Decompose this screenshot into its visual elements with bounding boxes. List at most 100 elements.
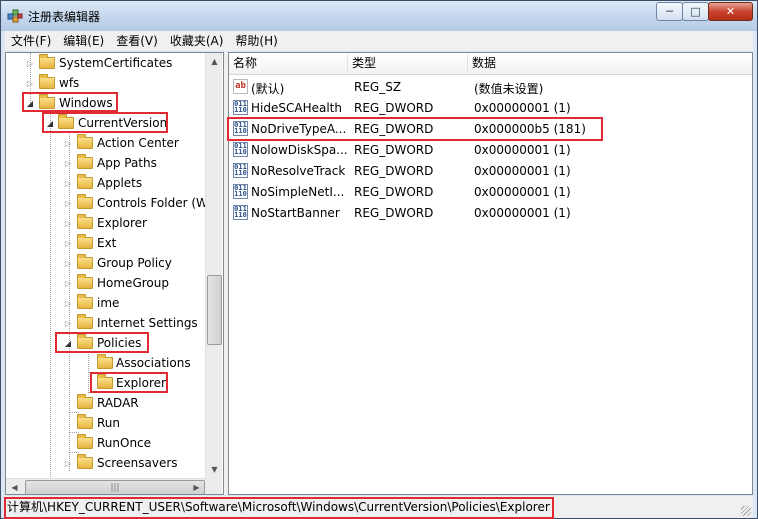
tree-item-label: ime <box>97 296 120 310</box>
resize-grip-icon[interactable] <box>741 506 751 516</box>
tree-item-runonce[interactable]: RunOnce <box>6 433 205 453</box>
expand-icon[interactable]: ▷ <box>63 293 73 313</box>
folder-icon <box>77 394 93 409</box>
value-row[interactable]: 011 110 NolowDiskSpa... REG_DWORD 0x0000… <box>229 140 752 161</box>
tree-item-label: Action Center <box>97 136 179 150</box>
registry-editor-app-icon <box>7 9 23 23</box>
tree-item-screensavers[interactable]: ▷ Screensavers <box>6 453 205 473</box>
tree-item-policies[interactable]: ◢ Policies <box>6 333 205 353</box>
menu-edit[interactable]: 编辑(E) <box>57 31 110 51</box>
expand-icon[interactable]: ▷ <box>63 273 73 293</box>
registry-key-tree[interactable]: ▷ SystemCertificates ▷ wfs ◢ Windows ◢ C… <box>5 52 224 495</box>
tree-item-run[interactable]: Run <box>6 413 205 433</box>
folder-icon <box>77 454 93 469</box>
value-data: 0x00000001 (1) <box>474 185 571 199</box>
scroll-up-icon[interactable]: ▲ <box>206 53 223 70</box>
menu-bar: 文件(F) 编辑(E) 查看(V) 收藏夹(A) 帮助(H) <box>5 31 753 51</box>
menu-favorites[interactable]: 收藏夹(A) <box>164 31 230 51</box>
value-row[interactable]: 011 110 NoDriveTypeA... REG_DWORD 0x0000… <box>229 119 752 140</box>
tree-item-windows[interactable]: ◢ Windows <box>6 93 205 113</box>
menu-view[interactable]: 查看(V) <box>110 31 164 51</box>
column-header-name[interactable]: 名称 <box>229 53 348 75</box>
value-type: REG_SZ <box>354 80 402 94</box>
value-row[interactable]: 011 110 NoSimpleNetI... REG_DWORD 0x0000… <box>229 182 752 203</box>
value-row[interactable]: 011 110 HideSCAHealth REG_DWORD 0x000000… <box>229 98 752 119</box>
expand-icon[interactable]: ▷ <box>63 133 73 153</box>
scroll-down-icon[interactable]: ▼ <box>206 461 223 478</box>
tree-item-controls-folder[interactable]: ▷ Controls Folder (W <box>6 193 208 213</box>
tree-item-action-center[interactable]: ▷ Action Center <box>6 133 205 153</box>
dword-value-icon: 011 110 <box>233 142 248 157</box>
tree-item-policies-explorer[interactable]: Explorer <box>6 373 205 393</box>
value-row[interactable]: ab (默认) REG_SZ (数值未设置) <box>229 77 752 98</box>
minimize-icon: ─ <box>666 5 673 18</box>
expand-icon[interactable]: ▷ <box>63 193 73 213</box>
collapse-icon[interactable]: ◢ <box>25 93 35 113</box>
minimize-button[interactable]: ─ <box>656 2 683 21</box>
tree-item-systemcertificates[interactable]: ▷ SystemCertificates <box>6 53 205 73</box>
maximize-button[interactable]: □ <box>682 2 709 21</box>
expand-icon[interactable]: ▷ <box>63 233 73 253</box>
scroll-right-icon[interactable]: ▶ <box>188 479 205 494</box>
tree-vertical-scrollbar[interactable]: ▲ ▼ <box>205 53 222 478</box>
maximize-icon: □ <box>690 5 701 18</box>
tree-item-ext[interactable]: ▷ Ext <box>6 233 205 253</box>
expand-icon[interactable]: ▷ <box>63 213 73 233</box>
column-header-data[interactable]: 数据 <box>468 53 752 75</box>
tree-item-radar[interactable]: RADAR <box>6 393 205 413</box>
value-type: REG_DWORD <box>354 122 434 136</box>
column-header-type[interactable]: 类型 <box>348 53 468 75</box>
tree-item-explorer[interactable]: ▷ Explorer <box>6 213 205 233</box>
tree-item-app-paths[interactable]: ▷ App Paths <box>6 153 205 173</box>
tree-item-label: RunOnce <box>97 436 152 450</box>
scroll-thumb[interactable]: ||| <box>25 480 205 494</box>
folder-icon <box>77 154 93 169</box>
folder-icon <box>77 294 93 309</box>
menu-help[interactable]: 帮助(H) <box>229 31 283 51</box>
close-button[interactable]: ✕ <box>708 2 753 21</box>
expand-icon[interactable]: ▷ <box>25 73 35 93</box>
expand-icon[interactable]: ▷ <box>63 313 73 333</box>
expand-icon[interactable]: ▷ <box>63 453 73 473</box>
value-type: REG_DWORD <box>354 185 434 199</box>
value-data: 0x00000001 (1) <box>474 206 571 220</box>
folder-icon <box>39 94 55 109</box>
value-name: NoDriveTypeA... <box>251 122 347 136</box>
value-row[interactable]: 011 110 NoResolveTrack REG_DWORD 0x00000… <box>229 161 752 182</box>
title-bar[interactable]: 注册表编辑器 ─ □ ✕ <box>1 1 757 31</box>
tree-item-currentversion[interactable]: ◢ CurrentVersion <box>6 113 205 133</box>
collapse-icon[interactable]: ◢ <box>63 333 73 353</box>
folder-icon <box>77 414 93 429</box>
expand-icon[interactable]: ▷ <box>63 253 73 273</box>
tree-item-wfs[interactable]: ▷ wfs <box>6 73 205 93</box>
expand-icon[interactable]: ▷ <box>63 153 73 173</box>
close-icon: ✕ <box>725 5 736 18</box>
value-name: NolowDiskSpa... <box>251 143 348 157</box>
folder-icon <box>77 174 93 189</box>
folder-icon <box>77 134 93 149</box>
expand-icon[interactable]: ▷ <box>63 173 73 193</box>
tree-item-homegroup[interactable]: ▷ HomeGroup <box>6 273 205 293</box>
scroll-thumb[interactable] <box>207 275 222 345</box>
folder-icon <box>58 114 74 129</box>
folder-icon <box>39 74 55 89</box>
tree-item-internet-settings[interactable]: ▷ Internet Settings <box>6 313 205 333</box>
dword-value-icon: 011 110 <box>233 121 248 136</box>
scroll-left-icon[interactable]: ◀ <box>6 479 23 494</box>
tree-item-label: Screensavers <box>97 456 178 470</box>
tree-horizontal-scrollbar[interactable]: ◀ ||| ▶ <box>6 478 205 494</box>
tree-item-group-policy[interactable]: ▷ Group Policy <box>6 253 205 273</box>
tree-item-ime[interactable]: ▷ ime <box>6 293 205 313</box>
value-row[interactable]: 011 110 NoStartBanner REG_DWORD 0x000000… <box>229 203 752 224</box>
registry-values-list[interactable]: 名称 类型 数据 ab (默认) REG_SZ (数值未设置) 011 110 … <box>228 52 753 495</box>
folder-icon <box>77 254 93 269</box>
tree-item-label: Explorer <box>116 376 166 390</box>
scrollbar-corner <box>205 478 222 494</box>
value-type: REG_DWORD <box>354 101 434 115</box>
tree-item-associations[interactable]: Associations <box>6 353 205 373</box>
tree-item-applets[interactable]: ▷ Applets <box>6 173 205 193</box>
collapse-icon[interactable]: ◢ <box>45 113 55 133</box>
value-data: (数值未设置) <box>474 82 544 96</box>
expand-icon[interactable]: ▷ <box>25 53 35 73</box>
menu-file[interactable]: 文件(F) <box>5 31 57 51</box>
